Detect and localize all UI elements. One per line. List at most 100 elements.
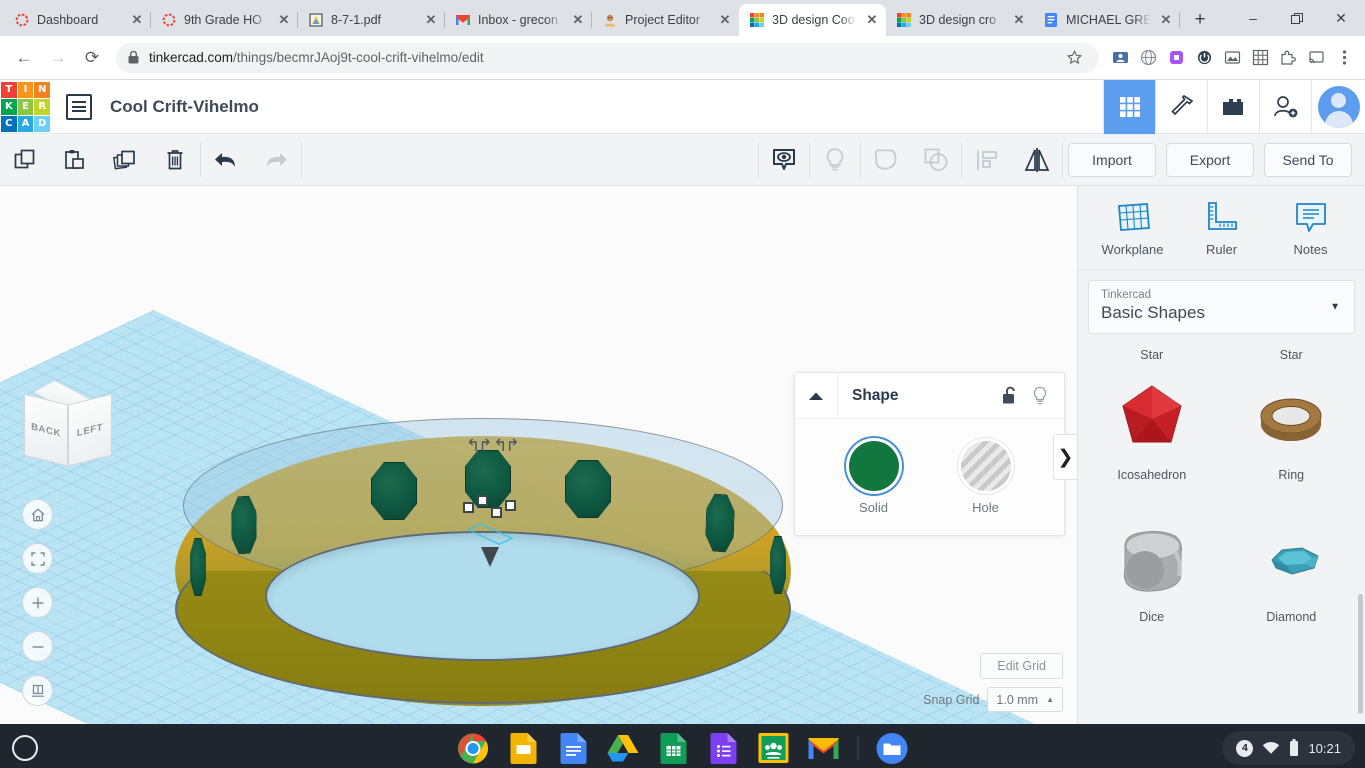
globe-icon[interactable] [1135, 45, 1161, 71]
gem-1[interactable] [371, 462, 417, 520]
browser-tab-close-icon[interactable]: ✕ [276, 12, 292, 28]
hole-option[interactable]: Hole [960, 441, 1011, 515]
extensions-icon[interactable] [1275, 45, 1301, 71]
window-minimize-button[interactable]: – [1231, 1, 1275, 35]
reload-button[interactable]: ⟳ [76, 42, 108, 74]
gem-3-selected[interactable] [565, 460, 611, 518]
notification-count-badge[interactable]: 4 [1236, 739, 1254, 757]
resize-handle[interactable] [491, 507, 502, 518]
system-tray[interactable]: 4 10:21 [1222, 731, 1355, 765]
resize-handle[interactable] [477, 495, 488, 506]
battery-icon[interactable] [1289, 739, 1299, 757]
google-forms-app[interactable] [707, 732, 739, 764]
browser-tab-7[interactable]: MICHAEL GRE ✕ [1033, 4, 1180, 36]
window-maximize-button[interactable] [1275, 1, 1319, 35]
google-sheets-app[interactable] [657, 732, 689, 764]
lightbulb-icon[interactable] [810, 134, 860, 185]
hole-pattern-swatch[interactable] [960, 441, 1011, 491]
solid-color-swatch[interactable] [848, 441, 899, 491]
collapse-sidebar-button[interactable]: ❯ [1053, 434, 1077, 480]
view-cube-left-face[interactable]: LEFT [68, 393, 112, 467]
bookmark-star-icon[interactable] [1061, 45, 1087, 71]
copy-icon[interactable] [0, 134, 50, 185]
fit-view-button[interactable] [22, 543, 53, 574]
power-icon[interactable] [1191, 45, 1217, 71]
hammer-icon[interactable] [1155, 79, 1207, 134]
zoom-out-button[interactable] [22, 631, 53, 662]
align-icon[interactable] [962, 134, 1012, 185]
browser-tab-4[interactable]: Project Editor ✕ [592, 4, 739, 36]
resize-handle[interactable] [463, 502, 474, 513]
resize-handle[interactable] [505, 500, 516, 511]
forward-button[interactable]: → [42, 42, 74, 74]
solid-option[interactable]: Solid [848, 441, 899, 515]
shape-item-icosahedron[interactable]: Icosahedron [1086, 362, 1218, 482]
grid-extension-icon[interactable] [1247, 45, 1273, 71]
google-drive-app[interactable] [607, 732, 639, 764]
duplicate-icon[interactable] [100, 134, 150, 185]
sidebar-item-workplane[interactable]: Workplane [1093, 200, 1173, 257]
cast-icon[interactable] [1303, 45, 1329, 71]
chrome-app[interactable] [457, 732, 489, 764]
browser-tab-close-icon[interactable]: ✕ [570, 12, 586, 28]
avatar[interactable] [1311, 79, 1365, 134]
import-button[interactable]: Import [1068, 142, 1156, 177]
sidebar-item-ruler[interactable]: Ruler [1182, 200, 1262, 257]
browser-tab-close-icon[interactable]: ✕ [864, 12, 880, 28]
send-to-button[interactable]: Send To [1264, 142, 1352, 177]
list-menu-icon[interactable] [66, 93, 92, 120]
browser-tab-0[interactable]: Dashboard ✕ [4, 4, 151, 36]
browser-tab-1[interactable]: 9th Grade HO ✕ [151, 4, 298, 36]
browser-tab-2[interactable]: 8-7-1.pdf ✕ [298, 4, 445, 36]
snap-grid-select[interactable]: 1.0 mm ▲ [987, 687, 1063, 712]
view-cube-back-face[interactable]: BACK [24, 393, 68, 467]
browser-menu-icon[interactable] [1331, 45, 1357, 71]
address-bar[interactable]: tinkercad.com/things/becmrJAoj9t-cool-cr… [116, 42, 1099, 73]
shape-library-picker[interactable]: Tinkercad Basic Shapes ▼ [1088, 280, 1355, 334]
mirror-icon[interactable] [1012, 134, 1062, 185]
view-cube[interactable]: BACK LEFT [22, 380, 114, 469]
tinkercad-logo[interactable]: T I N K E R C A D [0, 81, 50, 133]
collapse-panel-icon[interactable] [795, 373, 838, 418]
invite-person-icon[interactable] [1259, 79, 1311, 134]
back-button[interactable]: ← [8, 42, 40, 74]
grid-apps-icon[interactable] [1103, 79, 1155, 134]
export-button[interactable]: Export [1166, 142, 1254, 177]
image-icon[interactable] [1219, 45, 1245, 71]
lightbulb-icon[interactable] [1032, 386, 1048, 406]
home-view-button[interactable] [22, 499, 53, 530]
height-handle-icon[interactable] [481, 547, 499, 567]
browser-tab-close-icon[interactable]: ✕ [423, 12, 439, 28]
gem-5[interactable] [189, 538, 207, 596]
puzzle-icon[interactable] [1163, 45, 1189, 71]
shape-item-diamond[interactable]: Diamond [1225, 504, 1357, 624]
browser-tab-6[interactable]: 3D design cro ✕ [886, 4, 1033, 36]
crown-ring-model[interactable] [175, 418, 791, 706]
gem-6[interactable] [769, 536, 787, 594]
google-classroom-app[interactable] [757, 732, 789, 764]
delete-icon[interactable] [150, 134, 200, 185]
wifi-icon[interactable] [1262, 741, 1280, 755]
undo-icon[interactable] [201, 134, 251, 185]
paste-icon[interactable] [50, 134, 100, 185]
blocks-icon[interactable] [1207, 79, 1259, 134]
rotation-handles[interactable]: ↰↱ ↰↱ [466, 436, 520, 456]
redo-icon[interactable] [251, 134, 301, 185]
profile-icon[interactable] [1107, 45, 1133, 71]
edit-grid-button[interactable]: Edit Grid [980, 653, 1063, 679]
orthographic-toggle-button[interactable] [22, 675, 53, 706]
google-slides-app[interactable] [507, 732, 539, 764]
browser-tab-close-icon[interactable]: ✕ [1011, 12, 1027, 28]
browser-tab-close-icon[interactable]: ✕ [717, 12, 733, 28]
zoom-in-button[interactable] [22, 587, 53, 618]
visibility-icon[interactable] [759, 134, 809, 185]
new-tab-button[interactable]: + [1186, 6, 1214, 34]
sidebar-scrollbar[interactable] [1358, 594, 1363, 714]
group-icon[interactable] [861, 134, 911, 185]
ungroup-icon[interactable] [911, 134, 961, 185]
browser-tab-5-active[interactable]: 3D design Coo ✕ [739, 4, 886, 36]
sidebar-item-notes[interactable]: Notes [1271, 200, 1351, 257]
shape-item-dice[interactable]: Dice [1086, 504, 1218, 624]
selection-handles[interactable] [463, 495, 516, 518]
gmail-app[interactable] [807, 732, 839, 764]
